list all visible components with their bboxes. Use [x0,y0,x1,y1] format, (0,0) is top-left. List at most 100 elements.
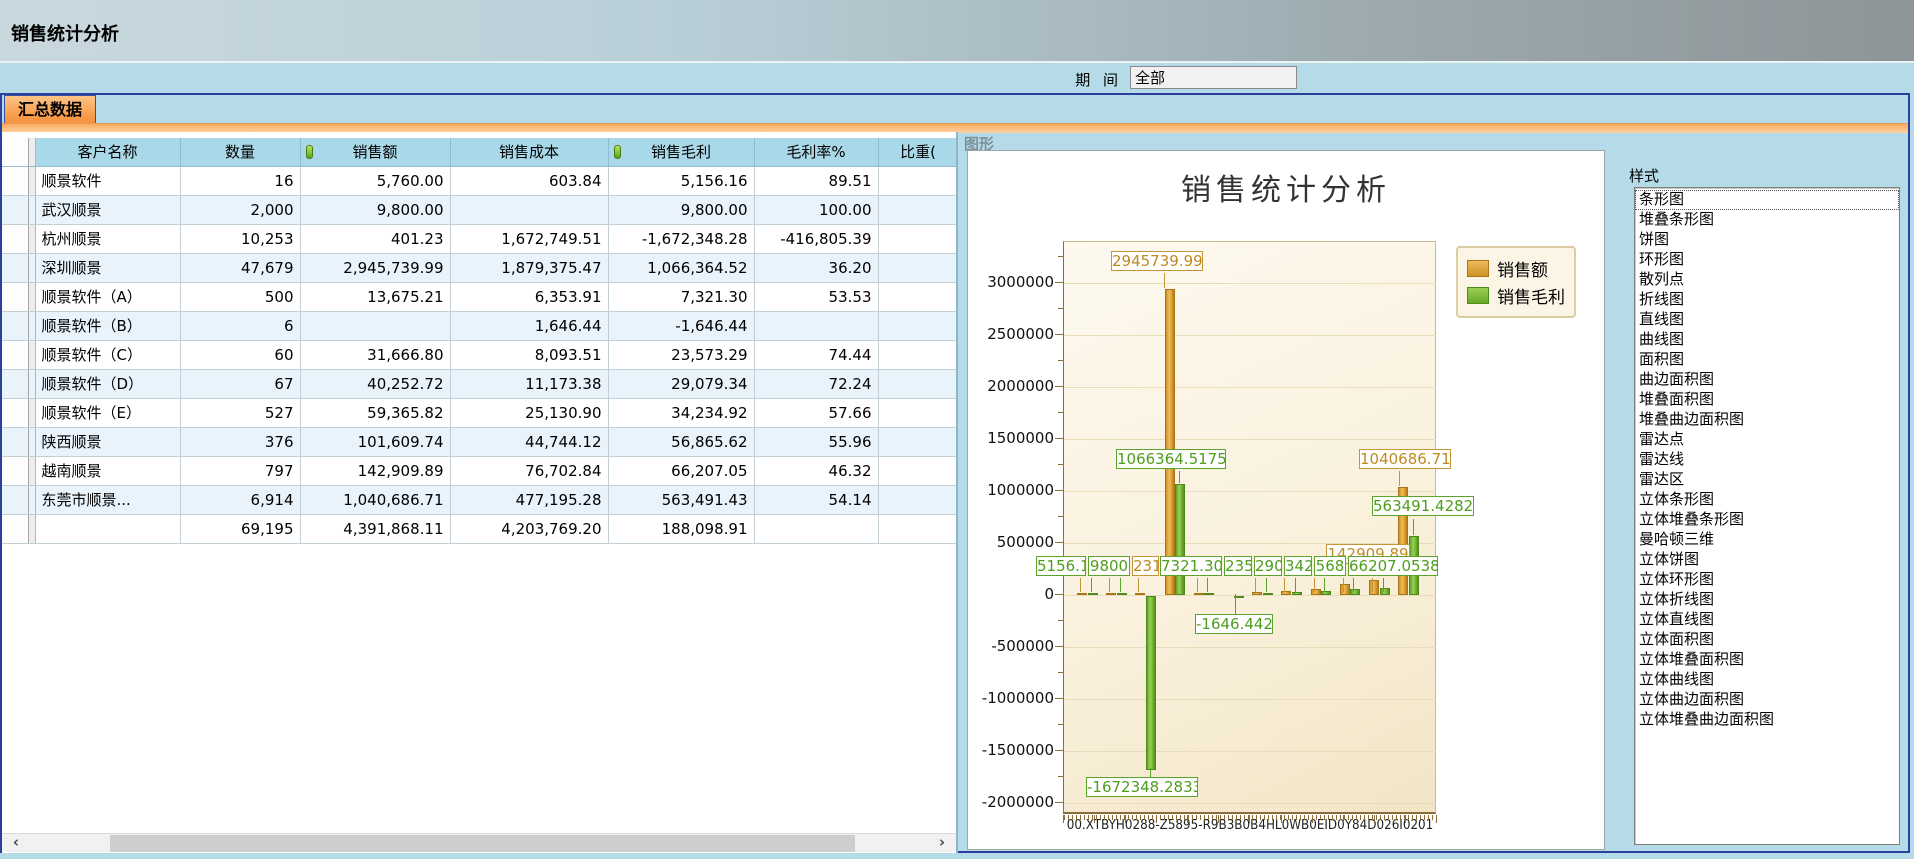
cell: 陕西顺景 [35,427,180,456]
style-list-item[interactable]: 曲线图 [1635,330,1899,350]
cell: 23,573.29 [608,340,754,369]
cell: 5,156.16 [608,166,754,195]
cell: 34,234.92 [608,398,754,427]
table-row[interactable]: 顺景软件（C）6031,666.808,093.5123,573.2974.44 [2,340,958,369]
style-list-item[interactable]: 立体曲线图 [1635,670,1899,690]
table-row[interactable]: 陕西顺景376101,609.7444,744.1256,865.6255.96 [2,427,958,456]
x-minor-tick [1108,815,1109,820]
tab-summary-data[interactable]: 汇总数据 [4,95,96,123]
style-list-item[interactable]: 立体直线图 [1635,610,1899,630]
y-major-tick [1055,386,1063,387]
callout-line [1324,578,1325,592]
callout-line [1413,519,1414,535]
style-list-item[interactable]: 立体曲边面积图 [1635,690,1899,710]
style-list-item[interactable]: 堆叠面积图 [1635,390,1899,410]
style-list-item[interactable]: 雷达线 [1635,450,1899,470]
row-selector[interactable] [2,253,28,282]
style-list-item[interactable]: 饼图 [1635,230,1899,250]
table-row[interactable]: 越南顺景797142,909.8976,702.8466,207.0546.32 [2,456,958,485]
column-header-6[interactable]: 毛利率% [754,138,878,166]
row-selector[interactable] [2,369,28,398]
x-minor-tick [1296,815,1297,820]
row-selector-header[interactable] [2,138,28,166]
horizontal-scrollbar[interactable]: ‹ › [2,833,956,852]
x-minor-tick [1416,815,1417,820]
row-selector[interactable] [2,282,28,311]
x-minor-tick [1212,815,1213,820]
column-header-2[interactable]: 数量 [180,138,300,166]
table-total-row[interactable]: 69,1954,391,868.114,203,769.20188,098.91 [2,514,958,543]
style-list-item[interactable]: 曲边面积图 [1635,370,1899,390]
style-list-item[interactable]: 立体面积图 [1635,630,1899,650]
row-selector[interactable] [2,514,28,543]
table-row[interactable]: 顺景软件165,760.00603.845,156.1689.51 [2,166,958,195]
plot-gridline [1064,699,1436,700]
callout-line [1150,768,1151,777]
row-selector[interactable] [2,340,28,369]
style-list-item[interactable]: 立体环形图 [1635,570,1899,590]
y-minor-tick [1058,308,1063,309]
cell: 东莞市顺景... [35,485,180,514]
column-header-7[interactable]: 比重( [878,138,958,166]
style-list-item[interactable]: 雷达区 [1635,470,1899,490]
cell: -1,672,348.28 [608,224,754,253]
row-selector[interactable] [2,398,28,427]
table-row[interactable]: 杭州顺景10,253401.231,672,749.51-1,672,348.2… [2,224,958,253]
row-selector[interactable] [2,456,28,485]
style-list-item[interactable]: 散列点 [1635,270,1899,290]
style-list-item[interactable]: 折线图 [1635,290,1899,310]
x-major-tick [1249,815,1250,823]
row-selector[interactable] [2,485,28,514]
column-header-5[interactable]: 销售毛利 [608,138,754,166]
scroll-right-button[interactable]: › [930,834,954,853]
bar-sales [1252,592,1262,595]
style-list-item[interactable]: 条形图 [1635,190,1899,210]
column-header-label: 客户名称 [77,143,137,161]
table-row[interactable]: 顺景软件（B）61,646.44-1,646.44 [2,311,958,340]
table-row[interactable]: 顺景软件（E）52759,365.8225,130.9034,234.9257.… [2,398,958,427]
scrollbar-thumb[interactable] [110,835,855,852]
cell [878,514,958,543]
row-gap [28,456,35,485]
style-list-item[interactable]: 立体饼图 [1635,550,1899,570]
table-row[interactable]: 武汉顺景2,0009,800.009,800.00100.00 [2,195,958,224]
style-list-item[interactable]: 曼哈顿三维 [1635,530,1899,550]
style-list-item[interactable]: 雷达点 [1635,430,1899,450]
row-selector[interactable] [2,427,28,456]
data-label: -1672348.2833 [1086,777,1198,797]
style-list-item[interactable]: 堆叠曲边面积图 [1635,410,1899,430]
style-list-item[interactable]: 立体堆叠条形图 [1635,510,1899,530]
period-label: 期 间 [1052,69,1122,90]
y-minor-tick [1058,724,1063,725]
y-minor-tick [1058,776,1063,777]
row-selector[interactable] [2,166,28,195]
row-selector[interactable] [2,195,28,224]
style-list-item[interactable]: 环形图 [1635,250,1899,270]
style-list-item[interactable]: 堆叠条形图 [1635,210,1899,230]
style-list-item[interactable]: 立体条形图 [1635,490,1899,510]
row-selector[interactable] [2,224,28,253]
cell: 89.51 [754,166,878,195]
x-minor-tick [1352,815,1353,820]
column-header-4[interactable]: 销售成本 [450,138,608,166]
table-row[interactable]: 顺景软件（A）50013,675.216,353.917,321.3053.53 [2,282,958,311]
x-minor-tick [1372,815,1373,820]
style-list-item[interactable]: 立体堆叠面积图 [1635,650,1899,670]
column-header-1[interactable]: 客户名称 [35,138,180,166]
table-row[interactable]: 东莞市顺景...6,9141,040,686.71477,195.28563,4… [2,485,958,514]
period-input[interactable] [1130,66,1297,89]
cell [878,456,958,485]
x-minor-tick [1340,815,1341,820]
table-row[interactable]: 深圳顺景47,6792,945,739.991,879,375.471,066,… [2,253,958,282]
chart-style-listbox[interactable]: 条形图堆叠条形图饼图环形图散列点折线图直线图曲线图面积图曲边面积图堆叠面积图堆叠… [1634,187,1900,845]
style-list-item[interactable]: 直线图 [1635,310,1899,330]
style-list-item[interactable]: 立体折线图 [1635,590,1899,610]
row-selector[interactable] [2,311,28,340]
style-list-item[interactable]: 面积图 [1635,350,1899,370]
cell [754,311,878,340]
cell: 1,646.44 [450,311,608,340]
scroll-left-button[interactable]: ‹ [4,834,28,853]
table-row[interactable]: 顺景软件（D）6740,252.7211,173.3829,079.3472.2… [2,369,958,398]
column-header-3[interactable]: 销售额 [300,138,450,166]
style-list-item[interactable]: 立体堆叠曲边面积图 [1635,710,1899,730]
